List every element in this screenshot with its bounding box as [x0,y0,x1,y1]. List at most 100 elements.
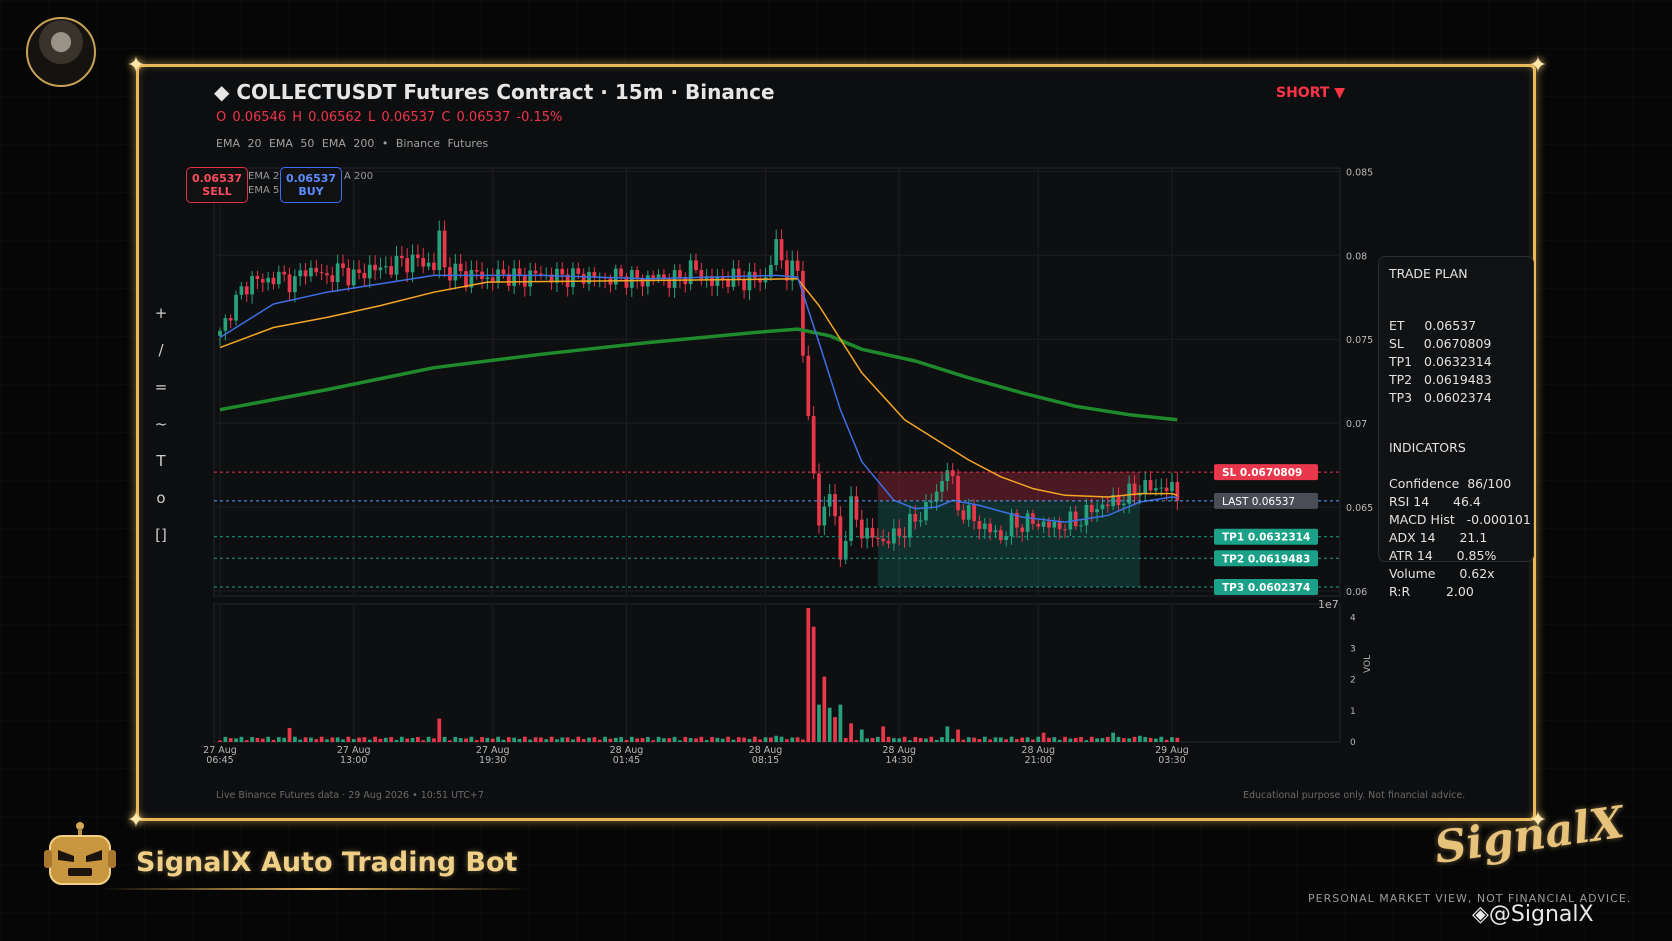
candle-body [1154,488,1158,491]
volume-bar [522,736,527,742]
volume-bar [587,737,591,742]
parallel-lines-tool[interactable]: = [152,378,170,396]
volume-bar [394,739,399,742]
candle-body [998,530,1003,540]
volume-bar [266,736,271,742]
volume-bar [720,738,725,742]
social-handle: ◈@SignalX [1472,902,1594,927]
candle-body [929,501,934,503]
volume-bar [555,739,559,742]
candle-body [426,262,431,267]
candle-body [982,523,987,530]
volume-bar [822,676,827,742]
candle-body [528,270,533,287]
volume-bar [988,739,992,742]
y-tick-label: 0.07 [1346,419,1367,430]
volume-bar [501,739,506,742]
brush-tool[interactable]: ~ [152,415,170,433]
candle-body [276,271,281,285]
volume-bar [854,740,859,742]
volume-tick-label: 2 [1350,676,1356,686]
volume-bar [1154,738,1158,742]
volume-bar [597,739,602,742]
circle-tool[interactable]: o [152,489,170,507]
sell-label: SELL [202,185,232,198]
x-tick-label: 14:30 [886,755,913,766]
volume-bar [335,737,340,742]
volume-bar [234,738,238,742]
volume-bar [624,740,629,742]
volume-axis-label: VOL [1363,655,1373,673]
candle-body [234,294,238,321]
sell-button[interactable]: 0.06537 SELL [186,167,248,203]
volume-bar [1079,737,1083,742]
candle-body [1052,521,1057,528]
volume-bar [565,737,570,742]
volume-bar [490,738,495,742]
candle-body [1063,529,1067,531]
candle-body [319,272,324,274]
volume-bar [726,736,730,742]
volume-bar [1105,736,1110,742]
volume-bar [383,737,388,742]
candle-body [779,239,784,261]
y-tick-label: 0.065 [1346,503,1373,514]
candle-body [833,494,837,517]
volume-bar [629,736,634,742]
candle-body [886,541,891,544]
volume-bar [474,740,479,742]
candle-body [464,271,468,288]
candle-body [453,263,458,281]
candle-body [619,268,623,277]
rectangle-tool[interactable]: [] [152,526,170,544]
volume-bar [827,707,832,742]
text-tool[interactable]: T [152,452,170,470]
candle-body [993,530,998,533]
volume-bar [683,736,688,742]
candle-body [1057,521,1062,530]
candle-body [1073,511,1078,527]
volume-bar [678,740,682,742]
candle-body [961,510,966,520]
volume-bar [667,738,672,742]
crosshair-tool[interactable]: + [152,304,170,322]
volume-bar [293,736,297,742]
volume-bar [1084,740,1089,742]
level-label-sl: SL 0.0670809 [1222,467,1302,479]
volume-bar [469,736,474,742]
x-tick-label: 21:00 [1025,755,1052,766]
candle-body [298,270,303,277]
buy-button[interactable]: 0.06537 BUY [280,167,342,203]
volume-bar [1041,732,1046,742]
volume-bar [950,738,955,742]
volume-bar [795,737,800,742]
volume-bar [239,736,244,742]
volume-bar [619,737,623,742]
candle-body [587,272,591,284]
volume-bar [410,737,415,742]
candle-body [341,263,345,268]
volume-tick-label: 3 [1350,645,1356,655]
volume-bar [790,737,795,742]
volume-bar [811,626,816,742]
trade-plan-title: TRADE PLAN [1389,266,1468,281]
candle-body [854,496,859,520]
volume-bar [287,727,292,742]
candle-body [908,513,912,538]
candle-body [1036,523,1041,527]
volume-tick-label: 1 [1350,707,1356,717]
trade-plan-panel: TRADE PLAN ET 0.06537 SL 0.0670809 TP1 0… [1378,256,1534,599]
volume-bar [774,735,779,742]
trendline-tool[interactable]: / [152,341,170,359]
x-tick-label: 13:00 [340,755,367,766]
candle-body [244,286,249,295]
volume-bar [1031,739,1035,742]
candle-body [1079,525,1083,527]
direction-badge[interactable]: SHORT ▼ [1276,85,1345,101]
level-label-tp2: TP2 0.0619483 [1222,553,1310,565]
volume-bar [694,738,698,742]
volume-bar [512,737,517,742]
volume-bar [373,736,377,742]
candle-body [672,270,677,288]
candle-body [437,230,442,271]
